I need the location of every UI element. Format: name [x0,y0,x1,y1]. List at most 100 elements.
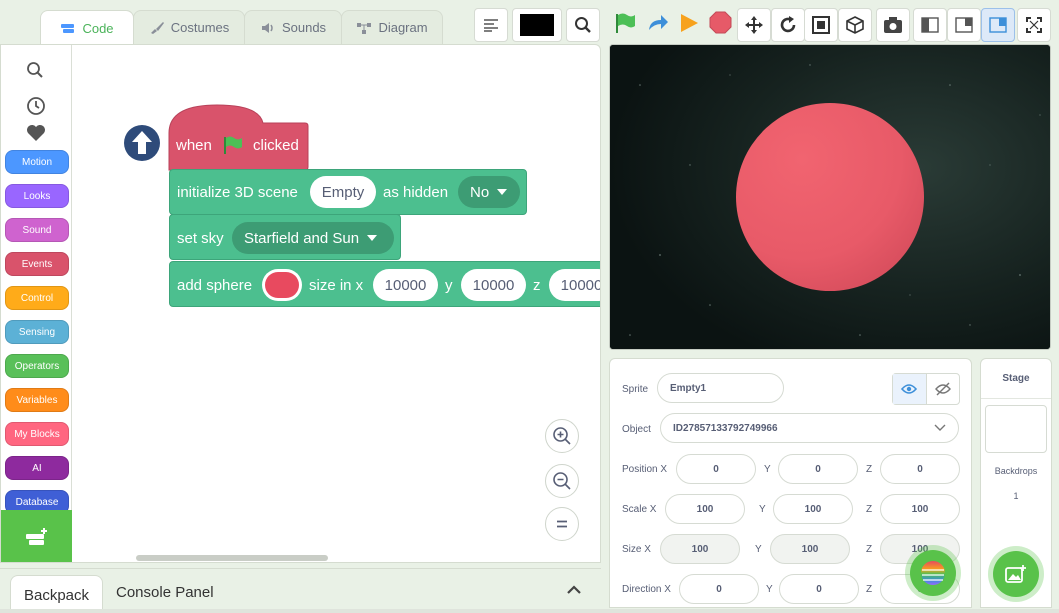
code-workspace[interactable]: Motion Looks Sound Events Control Sensing Oper… [0,44,601,563]
scale-tool-button[interactable] [804,8,838,42]
stage-thumbnail[interactable] [985,405,1047,453]
play-button[interactable] [678,12,700,34]
green-flag-icon [224,136,242,154]
add-sphere-label: add sphere [177,277,253,294]
hidden-dropdown[interactable]: No [458,176,520,208]
size-z-input[interactable]: 10000 [549,269,600,301]
scale-y-input[interactable]: 100 [773,494,853,524]
choose-backdrop-button[interactable] [993,551,1039,597]
tab-sounds[interactable]: Sounds [244,10,342,44]
set-sky-label: set sky [177,230,224,247]
position-y-input[interactable]: 0 [778,454,858,484]
show-sprite-button[interactable] [893,374,927,404]
sprite-name-input[interactable]: Empty1 [657,373,784,403]
category-control[interactable]: Control [5,286,69,310]
block-palette: Motion Looks Sound Events Control Sensing Oper… [1,45,72,562]
rotate-tool-button[interactable] [771,8,805,42]
position-z-input[interactable]: 0 [880,454,960,484]
scale-x-input[interactable]: 100 [665,494,745,524]
category-operators[interactable]: Operators [5,354,69,378]
turbo-button[interactable] [646,12,670,34]
size-x-input[interactable]: 10000 [373,269,438,301]
search-icon [27,62,43,78]
zoom-in-button[interactable] [545,419,579,453]
direction-label: Direction X [622,584,671,595]
tab-code[interactable]: Code [40,10,134,45]
zoom-out-button[interactable] [545,464,579,498]
horizontal-scrollbar[interactable] [136,555,328,561]
tab-diagram[interactable]: Diagram [341,10,443,44]
stage-title: Stage [981,359,1051,399]
sky-dropdown[interactable]: Starfield and Sun [232,222,394,254]
stage-canvas[interactable] [609,44,1051,350]
size-label: Size X [622,544,651,555]
add-extension-button[interactable] [1,510,72,562]
category-variables[interactable]: Variables [5,388,69,412]
category-motion[interactable]: Motion [5,150,69,174]
z-label: Z [866,504,873,515]
layout-stage-icon [989,17,1007,33]
fullscreen-button[interactable] [1017,8,1051,42]
y-label: Y [759,504,766,515]
z-label: Z [866,464,873,475]
object-select[interactable]: ID27857133792749966 [660,413,959,443]
tab-console-panel[interactable]: Console Panel [116,584,214,601]
category-sound[interactable]: Sound [5,218,69,242]
small-stage-button[interactable] [913,8,947,42]
when-label: when [176,137,212,154]
search-button[interactable] [566,8,600,42]
position-x-input[interactable]: 0 [676,454,756,484]
choose-sprite-button[interactable] [910,550,956,596]
add-extension-icon [25,528,47,545]
stop-button[interactable] [709,11,732,34]
size-x-input[interactable]: 100 [660,534,740,564]
fullscreen-icon [1026,17,1042,33]
3d-view-button[interactable] [838,8,872,42]
normal-stage-button[interactable] [947,8,981,42]
history-icon [27,97,45,115]
window-bottom-edge [0,609,1059,613]
direction-x-input[interactable]: 0 [679,574,759,604]
brush-icon [150,21,164,34]
scale-z-input[interactable]: 100 [880,494,960,524]
eye-icon [901,384,918,394]
color-picker-button[interactable] [512,8,562,42]
size-y-input[interactable]: 10000 [461,269,526,301]
history-button[interactable] [26,96,46,119]
layout-right-icon [955,17,973,33]
sphere-color-picker[interactable] [262,269,302,301]
run-script-button[interactable] [124,125,160,161]
rainbow-sphere-icon [921,561,945,585]
sphere[interactable] [736,103,924,291]
chevron-down-icon [934,424,946,431]
tab-backpack[interactable]: Backpack [10,575,103,613]
format-code-button[interactable] [474,8,508,42]
z-label: Z [866,584,873,595]
cube-icon [846,16,864,34]
category-looks[interactable]: Looks [5,184,69,208]
move-tool-button[interactable] [737,8,771,42]
chevron-down-icon [497,189,508,195]
size-in-x-label: size in x [309,277,364,294]
favorites-button[interactable] [26,124,46,145]
equals-icon [557,520,567,528]
green-flag-button[interactable] [613,11,637,35]
screenshot-button[interactable] [876,8,910,42]
category-events[interactable]: Events [5,252,69,276]
code-icon [61,24,75,33]
zoom-reset-button[interactable] [545,507,579,541]
visibility-toggle [892,373,960,405]
category-my-blocks[interactable]: My Blocks [5,422,69,446]
tab-costumes[interactable]: Costumes [133,10,245,44]
scale-icon [812,16,830,34]
scene-name-input[interactable]: Empty [310,176,376,208]
direction-y-input[interactable]: 0 [779,574,859,604]
palette-search-button[interactable] [26,61,44,82]
chevron-up-icon[interactable] [567,585,581,594]
size-y-input[interactable]: 100 [770,534,850,564]
category-ai[interactable]: AI [5,456,69,480]
large-stage-button[interactable] [981,8,1015,42]
position-label: Position X [622,464,668,475]
category-sensing[interactable]: Sensing [5,320,69,344]
hide-sprite-button[interactable] [927,374,960,404]
